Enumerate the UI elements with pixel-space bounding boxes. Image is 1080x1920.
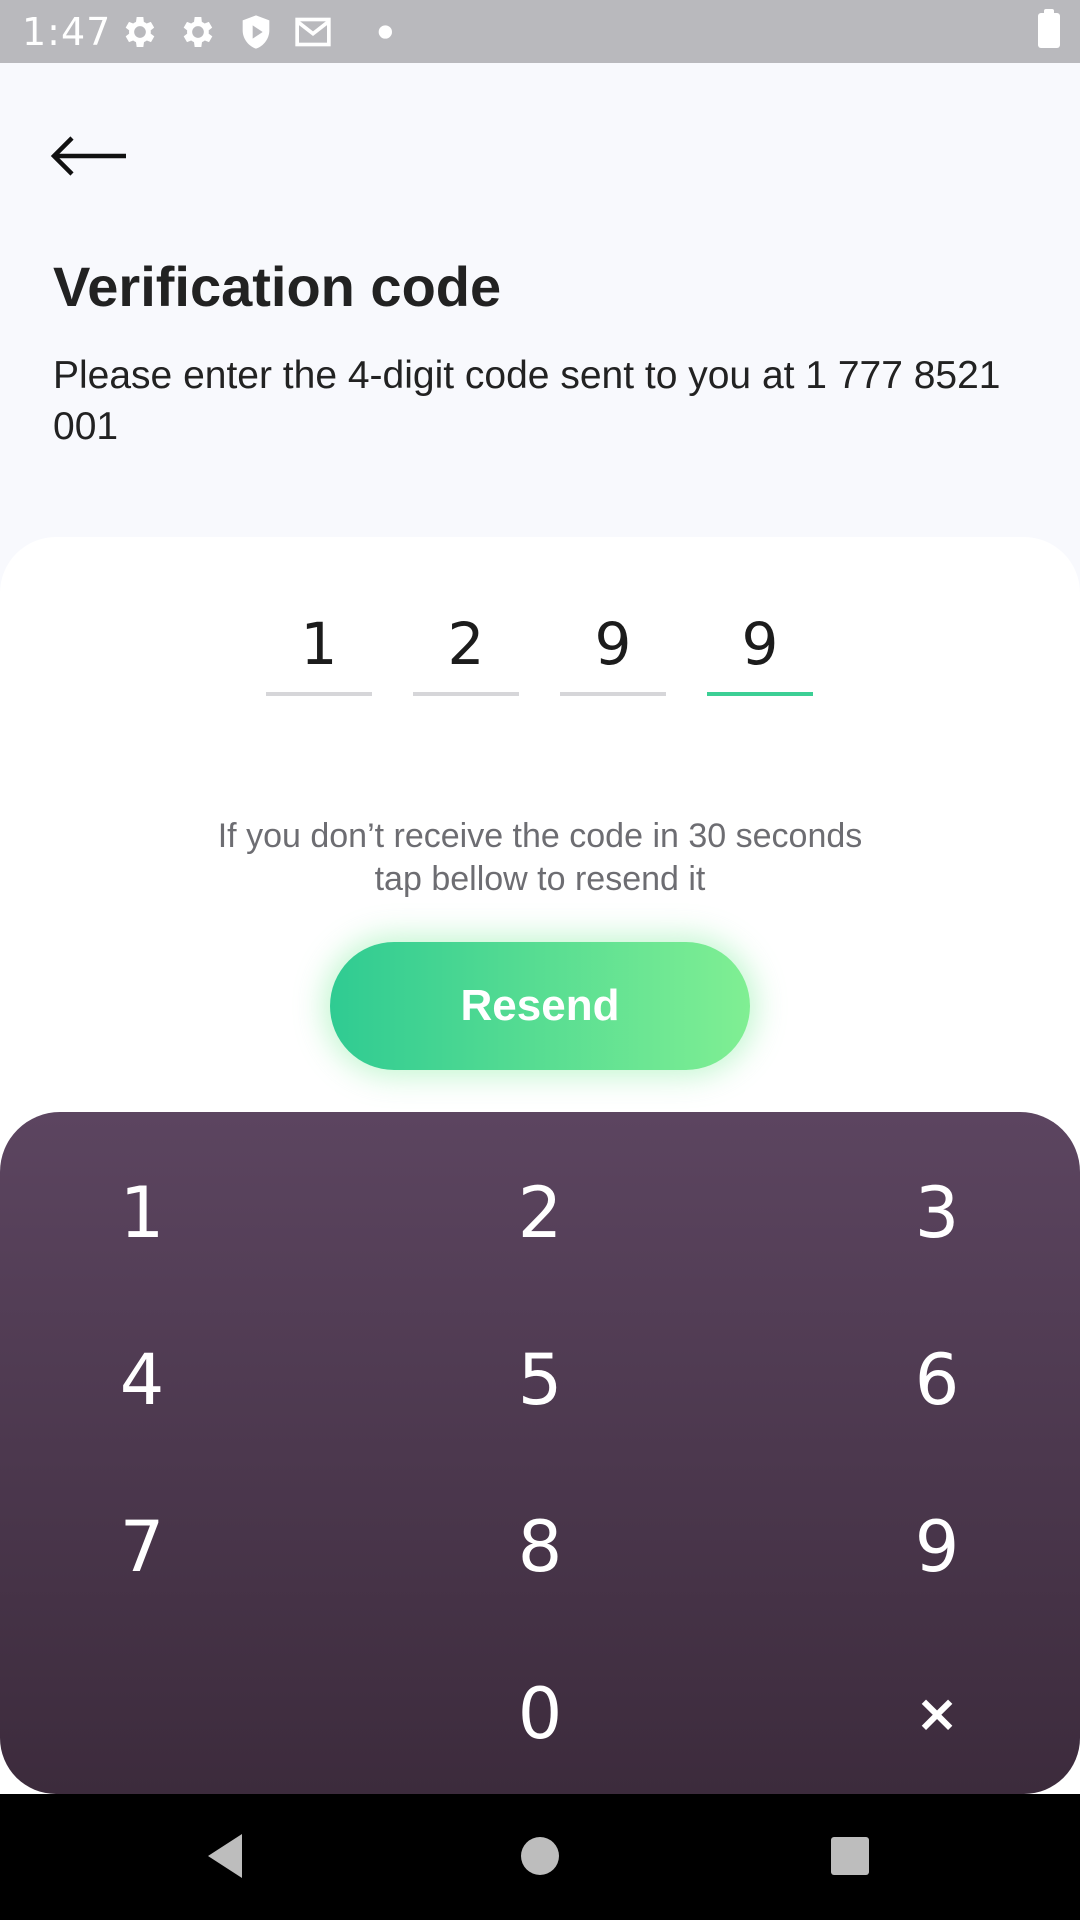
settings-icon [183,17,213,47]
recents-square-icon[interactable] [818,1824,882,1888]
system-nav-bar [0,1794,1080,1920]
page-title: Verification code [53,255,502,318]
resend-hint-line-1: If you don’t receive the code in 30 seco… [217,817,863,855]
key-3[interactable]: 3 [827,1148,1047,1278]
code-digit-3[interactable]: 9 [560,600,666,696]
code-digit-1[interactable]: 1 [266,600,372,696]
shield-play-icon [242,15,270,49]
mail-icon [295,17,331,47]
key-6[interactable]: 6 [827,1315,1047,1445]
code-digit-4[interactable]: 9 [707,600,813,696]
code-digit-2[interactable]: 2 [413,600,519,696]
status-bar: 1:47 [0,0,1080,63]
resend-button[interactable]: Resend [330,942,750,1070]
home-circle-icon[interactable] [508,1824,572,1888]
key-1[interactable]: 1 [32,1148,252,1278]
settings-icon [125,17,155,47]
key-5[interactable]: 5 [430,1315,650,1445]
numeric-keypad: 1 2 3 4 5 6 7 8 9 0 × [0,1112,1080,1794]
notification-dot-icon [378,25,392,39]
battery-icon [1038,9,1060,48]
arrow-left-icon [50,136,126,176]
back-triangle-icon[interactable] [194,1824,258,1888]
key-7[interactable]: 7 [32,1482,252,1612]
key-8[interactable]: 8 [430,1482,650,1612]
key-9[interactable]: 9 [827,1482,1047,1612]
resend-hint: If you don’t receive the code in 30 seco… [140,815,940,901]
resend-hint-line-2: tap bellow to resend it [374,860,706,898]
delete-key[interactable]: × [827,1649,1047,1779]
status-time: 1:47 [22,10,112,54]
key-4[interactable]: 4 [32,1315,252,1445]
key-2[interactable]: 2 [430,1148,650,1278]
page-subtitle: Please enter the 4-digit code sent to yo… [53,354,1001,448]
back-button[interactable] [48,128,138,184]
key-0[interactable]: 0 [430,1649,650,1779]
